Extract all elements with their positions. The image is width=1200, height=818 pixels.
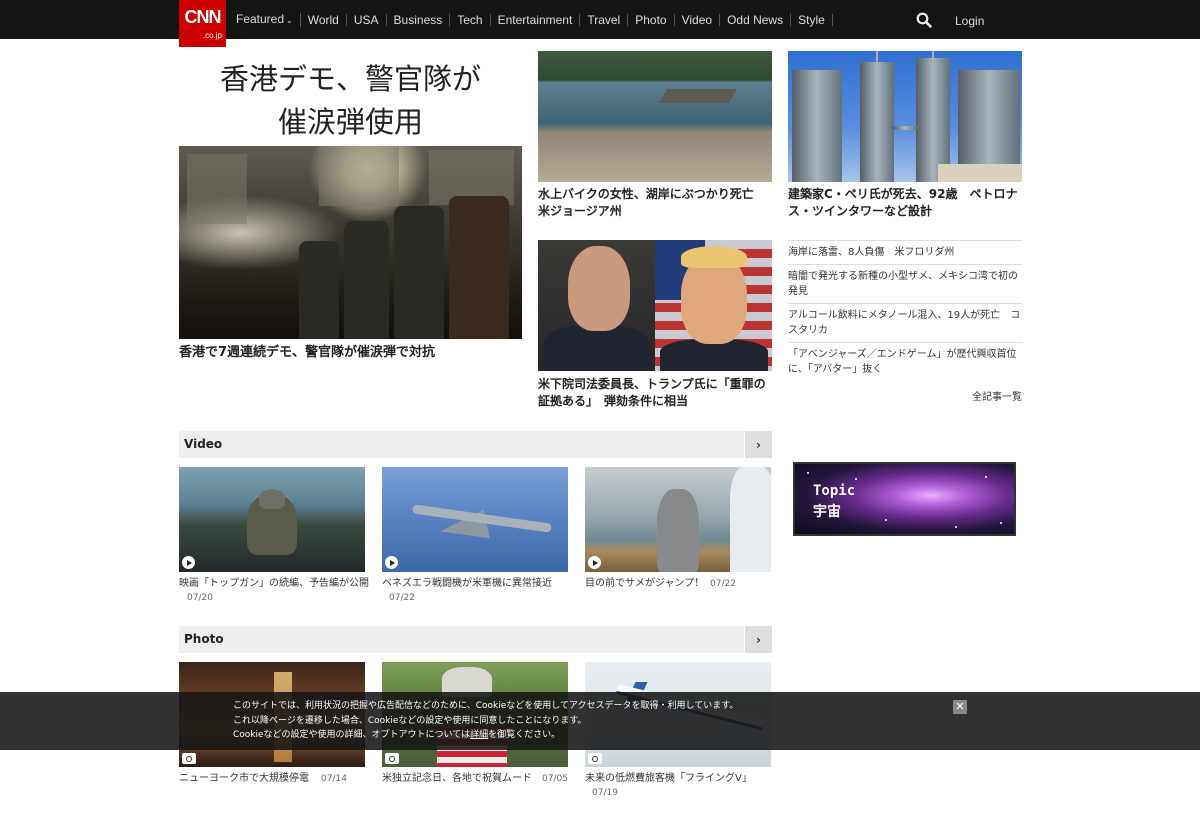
headline-item[interactable]: 暗闇で発光する新種の小型ザメ、メキシコ湾で初の発見	[788, 264, 1022, 303]
photo-caption[interactable]: 未来の低燃費旅客機「フライングV」	[585, 772, 775, 786]
nav-business[interactable]: Business	[387, 13, 451, 26]
camera-icon	[385, 753, 399, 764]
video-caption[interactable]: ベネズエラ戦闘機が米軍機に異常接近	[382, 577, 572, 591]
cookie-details-link[interactable]: 詳細	[470, 730, 488, 740]
video-more-button[interactable]: ›	[744, 431, 772, 458]
star-dot	[955, 526, 957, 528]
child-shape	[657, 489, 699, 572]
tower-shape	[792, 70, 842, 182]
photo-section-title[interactable]: Photo	[184, 632, 224, 646]
close-icon[interactable]: ✕	[953, 700, 967, 714]
hero-caption[interactable]: 香港で7週連続デモ、警官隊が催涙弾で対抗	[179, 344, 522, 362]
nav-world[interactable]: World	[301, 13, 347, 26]
nav-photo[interactable]: Photo	[628, 13, 675, 26]
cookie-text: このサイトでは、利用状況の把握や広告配信などのために、Cookieなどを使用して…	[233, 701, 739, 740]
video-thumb[interactable]	[585, 467, 771, 572]
skybridge-shape	[892, 126, 918, 130]
hero-headline[interactable]: 香港デモ、警官隊が 催涙弾使用	[179, 58, 522, 144]
hair-shape	[681, 246, 747, 268]
building-shape	[187, 154, 247, 224]
politics-story-image[interactable]	[538, 240, 772, 371]
riot-police-shape	[344, 221, 389, 339]
tower-shape	[860, 62, 894, 182]
nav-entertainment[interactable]: Entertainment	[491, 13, 581, 26]
cnn-logo[interactable]: CNN .co.jp	[179, 0, 226, 47]
suit-shape	[544, 325, 649, 371]
helmet-shape	[259, 489, 285, 509]
photo-caption[interactable]: ニューヨーク市で大規模停電	[179, 772, 319, 786]
video-thumb[interactable]	[382, 467, 568, 572]
play-icon	[385, 556, 398, 569]
face-shape	[568, 246, 630, 331]
logo-domain: .co.jp	[202, 31, 222, 40]
search-icon[interactable]	[916, 12, 932, 28]
photo-section-header: Photo ›	[179, 626, 772, 653]
riot-police-shape	[299, 241, 339, 339]
lake-story-image[interactable]	[538, 51, 772, 182]
headline-item[interactable]: アルコール飲料にメタノール混入、19人が死亡 コスタリカ	[788, 303, 1022, 342]
star-dot	[855, 478, 857, 480]
hero-image[interactable]	[179, 146, 522, 339]
logo-text: CNN	[184, 7, 222, 27]
photo-date: 07/05	[542, 774, 568, 784]
headline-list: 海岸に落雷、8人負傷 米フロリダ州 暗闇で発光する新種の小型ザメ、メキシコ湾で初…	[788, 240, 1022, 381]
star-dot	[807, 472, 809, 474]
video-caption[interactable]: 映画「トップガン」の続編、予告編が公開	[179, 577, 369, 591]
photo-date: 07/19	[592, 788, 618, 798]
chevron-down-icon: ⌄	[286, 15, 293, 25]
building-shape	[319, 146, 399, 206]
nav-travel[interactable]: Travel	[580, 13, 629, 26]
play-icon	[588, 556, 601, 569]
headline-item[interactable]: 「アベンジャーズ／エンドゲーム」が歴代興収首位に、「アバター」抜く	[788, 342, 1022, 381]
nav-tech[interactable]: Tech	[450, 13, 491, 26]
video-section-title[interactable]: Video	[184, 437, 222, 451]
topic-name: 宇宙	[813, 504, 841, 520]
cookie-notice: このサイトでは、利用状況の把握や広告配信などのために、Cookieなどを使用して…	[0, 692, 1200, 750]
nav-style[interactable]: Style	[791, 13, 833, 26]
video-date: 07/22	[389, 593, 415, 603]
riot-police-shape	[394, 206, 444, 339]
photo-caption[interactable]: 米独立記念日、各地で祝賀ムード	[382, 772, 542, 786]
topic-label: Topic	[813, 483, 856, 499]
riot-police-shape	[449, 196, 509, 339]
video-section-header: Video ›	[179, 431, 772, 458]
spire-shape	[876, 51, 878, 62]
nav-odd-news[interactable]: Odd News	[720, 13, 792, 26]
politics-story-caption[interactable]: 米下院司法委員長、トランプ氏に「重罪の証拠ある」 弾劾条件に相当	[538, 376, 772, 410]
video-date: 07/22	[710, 579, 736, 589]
tower-story-caption[interactable]: 建築家C・ペリ氏が死去、92歳 ペトロナス・ツインタワーなど設計	[788, 186, 1022, 220]
camera-icon	[182, 753, 196, 764]
star-dot	[1000, 522, 1002, 524]
headline-item[interactable]: 海岸に落雷、8人負傷 米フロリダ州	[788, 240, 1022, 264]
main-nav: Featured ⌄ World USA Business Tech Entert…	[236, 0, 833, 39]
nav-usa[interactable]: USA	[347, 13, 387, 26]
video-date: 07/20	[187, 593, 213, 603]
spire-shape	[932, 51, 934, 58]
tower-story-image[interactable]	[788, 51, 1022, 182]
play-icon	[182, 556, 195, 569]
star-dot	[985, 476, 987, 478]
camera-icon	[588, 753, 602, 764]
podium-shape	[938, 164, 1022, 182]
video-caption[interactable]: 目の前でサメがジャンプ！	[585, 577, 705, 591]
star-dot	[885, 519, 887, 521]
adult-shape	[730, 467, 771, 572]
nav-featured[interactable]: Featured ⌄	[236, 12, 301, 27]
all-articles-link[interactable]: 全記事一覧	[788, 388, 1022, 403]
topic-banner[interactable]: Topic 宇宙	[793, 462, 1016, 536]
nav-video[interactable]: Video	[675, 13, 721, 26]
lake-story-caption[interactable]: 水上バイクの女性、湖岸にぶつかり死亡 米ジョージア州	[538, 186, 772, 220]
video-thumb[interactable]	[179, 467, 365, 572]
login-link[interactable]: Login	[955, 14, 984, 28]
photo-more-button[interactable]: ›	[744, 626, 772, 653]
photo-date: 07/14	[321, 774, 347, 784]
pier-shape	[658, 89, 738, 103]
